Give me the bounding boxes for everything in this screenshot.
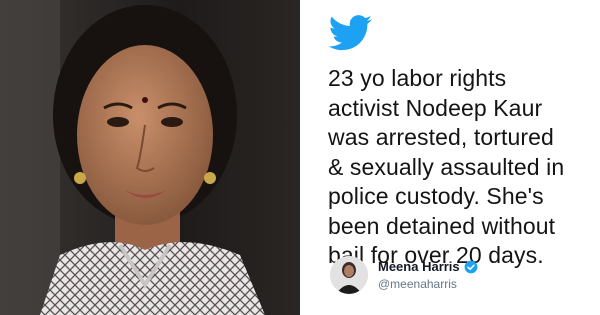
twitter-bird-icon	[329, 15, 372, 51]
verified-badge-icon	[464, 260, 478, 273]
author-handle[interactable]: @meenaharris	[378, 277, 457, 291]
tweet-text: 23 yo labor rights activist Nodeep Kaur …	[328, 65, 565, 268]
tweet-author[interactable]: Meena Harris @meenaharris	[330, 256, 590, 296]
activist-photo	[0, 0, 300, 315]
author-name[interactable]: Meena Harris	[378, 259, 460, 274]
avatar[interactable]	[330, 256, 368, 294]
